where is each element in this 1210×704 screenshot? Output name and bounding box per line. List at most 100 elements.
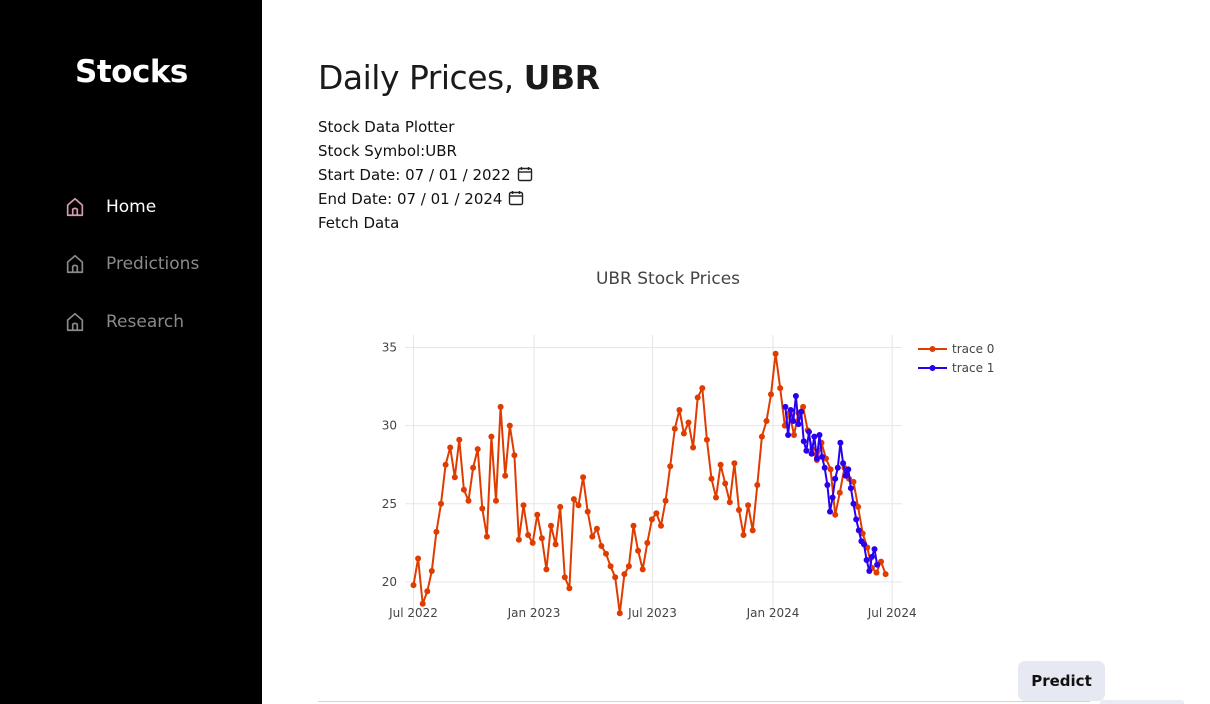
data-point <box>456 436 463 443</box>
data-point <box>483 533 490 540</box>
data-point <box>593 525 600 532</box>
data-point <box>557 503 564 510</box>
data-point <box>662 497 669 504</box>
data-point <box>745 502 752 509</box>
sidebar-item-predictions[interactable]: Predictions <box>64 250 199 278</box>
data-point <box>758 433 765 440</box>
data-point <box>763 418 770 424</box>
data-point <box>589 533 596 540</box>
data-point <box>598 543 605 549</box>
data-point <box>529 539 536 546</box>
data-point <box>616 610 623 617</box>
plotter-label: Stock Data Plotter <box>318 118 455 136</box>
data-point <box>415 555 422 562</box>
fetch-data-button[interactable]: Fetch Data <box>318 214 399 232</box>
end-date-row: End Date: 07 / 01 / 2024 <box>318 190 524 208</box>
legend-label: trace 0 <box>952 342 994 356</box>
data-point <box>853 516 860 523</box>
data-point <box>840 460 847 467</box>
data-point <box>790 418 797 424</box>
data-point <box>607 563 614 570</box>
chart-title: UBR Stock Prices <box>596 269 740 289</box>
data-point <box>621 571 628 578</box>
page-title: Daily Prices, UBR <box>318 58 600 97</box>
start-date-input[interactable]: 07 / 01 / 2022 <box>405 166 511 184</box>
data-point <box>772 350 779 357</box>
data-point <box>740 532 747 538</box>
data-point <box>832 511 839 518</box>
data-point <box>847 485 854 492</box>
data-point <box>722 480 729 487</box>
y-tick-label: 35 <box>382 341 397 355</box>
brand-title: Stocks <box>75 54 188 90</box>
calendar-icon[interactable] <box>517 166 533 182</box>
data-point <box>821 464 828 471</box>
data-point <box>713 494 719 501</box>
calendar-icon[interactable] <box>508 190 524 206</box>
data-point <box>861 541 867 548</box>
start-date-row: Start Date: 07 / 01 / 2022 <box>318 166 533 184</box>
data-point <box>866 568 873 574</box>
data-point <box>488 433 495 440</box>
data-point <box>534 511 541 518</box>
home-icon <box>66 312 84 332</box>
sidebar-item-research[interactable]: Research <box>64 308 184 336</box>
data-point <box>811 433 818 440</box>
legend-label: trace 1 <box>952 361 994 375</box>
data-point <box>777 385 784 392</box>
x-tick-label: Jul 2022 <box>388 606 438 620</box>
end-date-label: End Date: <box>318 190 397 208</box>
data-point <box>726 499 733 506</box>
data-point <box>658 522 664 529</box>
data-point <box>635 547 642 554</box>
sidebar-item-home[interactable]: Home <box>64 193 156 221</box>
data-point <box>447 444 454 451</box>
data-point <box>736 507 742 513</box>
start-date-label: Start Date: <box>318 166 406 184</box>
data-point <box>671 425 678 432</box>
data-point <box>561 574 568 581</box>
data-point <box>785 432 792 438</box>
data-point <box>424 588 431 595</box>
data-point <box>502 472 509 479</box>
data-point <box>460 486 467 493</box>
data-point <box>474 446 481 453</box>
data-point <box>667 463 674 470</box>
data-point <box>837 439 844 446</box>
stock-price-chart[interactable]: UBR Stock Prices 20 25 30 35 Jul 2022 Jan 2023… <box>310 255 1050 635</box>
predict-button[interactable]: Predict <box>1018 661 1105 701</box>
data-point <box>868 553 875 560</box>
data-point <box>538 535 545 542</box>
data-point <box>768 391 774 398</box>
data-point <box>850 500 857 507</box>
data-point <box>520 502 527 509</box>
data-point <box>749 527 756 534</box>
data-point <box>703 436 710 443</box>
data-point <box>754 482 761 488</box>
symbol-label: Stock Symbol:UBR <box>318 142 457 160</box>
sidebar-item-label: Home <box>106 197 157 217</box>
data-point <box>451 474 458 481</box>
data-point <box>827 508 833 515</box>
x-tick-label: Jul 2023 <box>627 606 677 620</box>
data-point <box>792 393 799 399</box>
sidebar: Stocks Home Predictions Research <box>0 0 262 704</box>
data-point <box>863 557 870 563</box>
legend-swatch-marker <box>929 346 936 352</box>
x-tick-label: Jan 2023 <box>507 606 561 620</box>
data-point <box>819 453 826 460</box>
data-point <box>694 394 701 401</box>
data-point <box>419 600 426 607</box>
data-point <box>625 563 632 570</box>
data-point <box>493 497 499 504</box>
data-point <box>603 550 609 557</box>
y-tick-label: 20 <box>382 575 397 589</box>
home-icon <box>66 254 84 274</box>
data-point <box>506 422 513 429</box>
data-point <box>644 539 651 546</box>
data-point <box>648 516 655 523</box>
data-point <box>829 494 836 501</box>
data-point <box>479 505 486 512</box>
end-date-input[interactable]: 07 / 01 / 2024 <box>397 190 503 208</box>
data-point <box>433 528 440 535</box>
